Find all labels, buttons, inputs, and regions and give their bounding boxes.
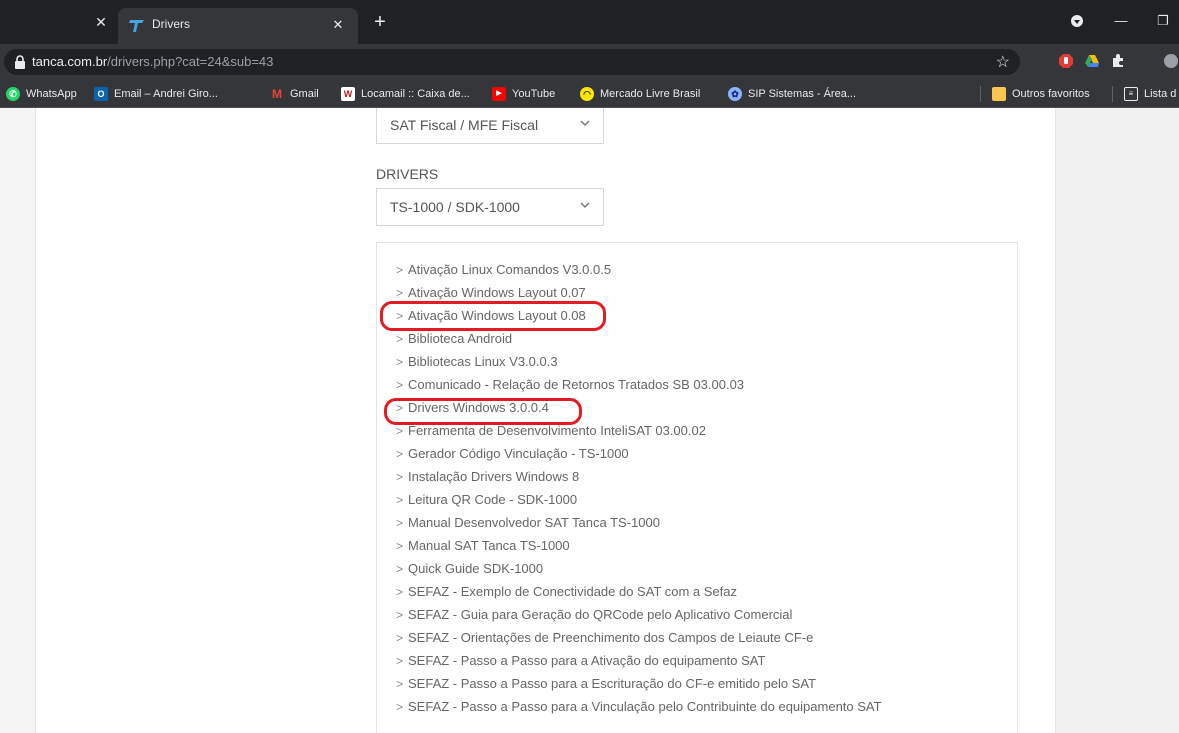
minimize-icon[interactable]: — bbox=[1110, 10, 1132, 32]
web-page: SAT Fiscal / MFE Fiscal DRIVERS TS-1000 … bbox=[0, 108, 1179, 733]
adblock-extension-icon[interactable] bbox=[1058, 53, 1074, 69]
chevron-right-icon: > bbox=[396, 631, 404, 645]
tab-strip: ✕ Drivers ✕ + — ❐ bbox=[0, 0, 1179, 44]
list-item[interactable]: > Leitura QR Code - SDK-1000 bbox=[396, 490, 577, 510]
drivers-label: DRIVERS bbox=[376, 166, 439, 182]
bookmarks-separator-2 bbox=[1112, 86, 1113, 102]
drivers-select-value: TS-1000 / SDK-1000 bbox=[390, 199, 520, 215]
chevron-right-icon: > bbox=[396, 447, 404, 461]
chevron-right-icon: > bbox=[396, 286, 404, 300]
bookmarks-separator bbox=[980, 86, 981, 102]
category-select[interactable]: SAT Fiscal / MFE Fiscal bbox=[376, 108, 604, 144]
list-item[interactable]: > Bibliotecas Linux V3.0.0.3 bbox=[396, 352, 558, 372]
bookmark-email[interactable]: O Email – Andrei Giro... bbox=[94, 86, 218, 102]
chevron-right-icon: > bbox=[396, 516, 404, 530]
bookmark-sip-sistemas[interactable]: ✿ SIP Sistemas - Área... bbox=[728, 86, 856, 102]
list-item[interactable]: > SEFAZ - Passo a Passo para a Escrituraç… bbox=[396, 674, 816, 694]
restore-icon[interactable]: ❐ bbox=[1152, 10, 1174, 32]
list-item[interactable]: > Ativação Windows Layout 0.07 bbox=[396, 283, 586, 303]
chevron-right-icon: > bbox=[396, 470, 404, 484]
folder-icon bbox=[992, 87, 1006, 101]
new-tab-icon[interactable]: + bbox=[370, 12, 390, 33]
list-item[interactable]: > Instalação Drivers Windows 8 bbox=[396, 467, 579, 487]
chevron-right-icon: > bbox=[396, 493, 404, 507]
chevron-right-icon: > bbox=[396, 562, 404, 576]
list-item[interactable]: > Gerador Código Vinculação - TS-1000 bbox=[396, 444, 629, 464]
gmail-icon: M bbox=[272, 87, 282, 101]
profile-avatar-icon[interactable] bbox=[1163, 53, 1179, 69]
lock-icon bbox=[15, 55, 25, 69]
chevron-right-icon: > bbox=[396, 378, 404, 392]
list-item[interactable]: > Biblioteca Android bbox=[396, 329, 512, 349]
list-item[interactable]: > SEFAZ - Passo a Passo para a Vinculação… bbox=[396, 697, 882, 717]
list-item[interactable]: > SEFAZ - Orientações de Preenchimento do… bbox=[396, 628, 813, 648]
bookmark-locamail[interactable]: W Locamail :: Caixa de... bbox=[341, 86, 470, 102]
drivers-select[interactable]: TS-1000 / SDK-1000 bbox=[376, 188, 604, 226]
active-tab[interactable]: Drivers ✕ bbox=[118, 8, 358, 44]
tanca-favicon-icon bbox=[129, 20, 144, 32]
list-item[interactable]: > Comunicado - Relação de Retornos Tratad… bbox=[396, 375, 744, 395]
highlight-oval-layout-008 bbox=[380, 301, 606, 331]
list-item[interactable]: > SEFAZ - Guia para Geração do QRCode pel… bbox=[396, 605, 792, 625]
whatsapp-icon: ✆ bbox=[6, 87, 20, 101]
bookmark-outros-favoritos[interactable]: Outros favoritos bbox=[992, 86, 1090, 102]
chevron-down-icon bbox=[580, 120, 590, 127]
extensions-puzzle-icon[interactable] bbox=[1110, 53, 1126, 69]
list-item[interactable]: > Quick Guide SDK-1000 bbox=[396, 559, 543, 579]
previous-tab-close-icon[interactable]: ✕ bbox=[92, 13, 110, 31]
bookmark-star-icon[interactable]: ☆ bbox=[996, 52, 1010, 72]
tab-close-icon[interactable]: ✕ bbox=[330, 17, 346, 33]
bookmark-gmail[interactable]: M Gmail bbox=[270, 86, 319, 102]
tab-title: Drivers bbox=[152, 17, 190, 31]
bookmark-mercado-livre[interactable]: ◠ Mercado Livre Brasil bbox=[580, 86, 700, 102]
list-item[interactable]: > SEFAZ - Exemplo de Conectividade do SAT… bbox=[396, 582, 737, 602]
chevron-right-icon: > bbox=[396, 332, 404, 346]
sip-icon: ✿ bbox=[728, 87, 742, 101]
bookmarks-bar: ✆ WhatsApp O Email – Andrei Giro... M Gmail… bbox=[0, 80, 1179, 108]
list-item[interactable]: > Manual Desenvolvedor SAT Tanca TS-1000 bbox=[396, 513, 660, 533]
address-bar-row: tanca.com.br/drivers.php?cat=24&sub=43 ☆ bbox=[0, 44, 1179, 80]
bookmark-whatsapp[interactable]: ✆ WhatsApp bbox=[6, 86, 77, 102]
reading-list-icon: ≡ bbox=[1124, 87, 1138, 101]
outlook-icon: O bbox=[94, 87, 108, 101]
list-item[interactable]: > Manual SAT Tanca TS-1000 bbox=[396, 536, 570, 556]
youtube-icon: ▶ bbox=[492, 87, 506, 101]
page-left-margin bbox=[0, 108, 36, 733]
highlight-oval-drivers-windows bbox=[384, 398, 582, 425]
list-item[interactable]: > Ativação Linux Comandos V3.0.0.5 bbox=[396, 260, 611, 280]
chevron-right-icon: > bbox=[396, 700, 404, 714]
profile-icon[interactable] bbox=[1066, 10, 1088, 32]
chevron-right-icon: > bbox=[396, 654, 404, 668]
chevron-right-icon: > bbox=[396, 539, 404, 553]
google-drive-extension-icon[interactable] bbox=[1084, 53, 1100, 69]
bookmark-youtube[interactable]: ▶ YouTube bbox=[492, 86, 555, 102]
omnibox[interactable]: tanca.com.br/drivers.php?cat=24&sub=43 ☆ bbox=[4, 49, 1020, 75]
chevron-right-icon: > bbox=[396, 677, 404, 691]
chevron-right-icon: > bbox=[396, 355, 404, 369]
category-select-value: SAT Fiscal / MFE Fiscal bbox=[390, 117, 539, 133]
chevron-right-icon: > bbox=[396, 263, 404, 277]
url-text: tanca.com.br/drivers.php?cat=24&sub=43 bbox=[32, 54, 273, 69]
locamail-icon: W bbox=[341, 87, 355, 101]
url-host: tanca.com.br bbox=[32, 54, 108, 69]
mercadolivre-icon: ◠ bbox=[580, 87, 594, 101]
chevron-right-icon: > bbox=[396, 585, 404, 599]
list-item[interactable]: > SEFAZ - Passo a Passo para a Ativação d… bbox=[396, 651, 765, 671]
bookmark-reading-list[interactable]: ≡ Lista d bbox=[1124, 86, 1176, 102]
chevron-right-icon: > bbox=[396, 608, 404, 622]
chevron-down-icon bbox=[580, 202, 590, 209]
url-path: /drivers.php?cat=24&sub=43 bbox=[107, 54, 274, 69]
